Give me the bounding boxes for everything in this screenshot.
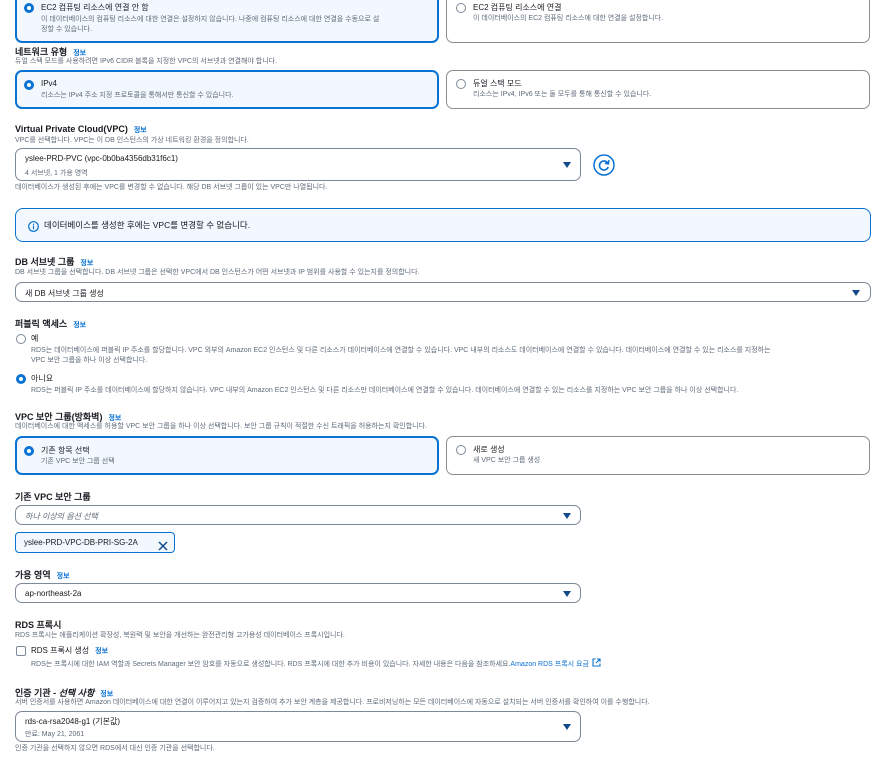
proxy-checkbox-label: RDS 프록시 생성	[31, 646, 90, 655]
proxy-info-link[interactable]: 정보	[95, 648, 108, 655]
cert-desc: 서버 인증서를 사용하면 Amazon 데이터베이스에 대한 연결이 이루어지고…	[15, 699, 650, 706]
close-icon[interactable]	[158, 538, 168, 551]
cert-select[interactable]: rds-ca-rsa2048-g1 (기본값) 만료: May 21, 2061	[15, 711, 581, 742]
radio-no-connect[interactable]	[24, 3, 34, 13]
sg-option-new[interactable]: 새로 생성 새 VPC 보안 그룹 생성	[446, 436, 870, 475]
public-no-title: 아니요	[31, 374, 54, 383]
sg-option-existing-title: 기존 항목 선택	[41, 446, 90, 455]
proxy-checkbox-desc-row: RDS는 프록시에 대한 IAM 역할과 Secrets Manager 보안 …	[31, 658, 601, 671]
proxy-checkbox-label-row: RDS 프록시 생성 정보	[31, 645, 108, 656]
chevron-down-icon	[563, 591, 571, 597]
public-access-label: 퍼블릭 액세스 정보	[15, 319, 87, 329]
existing-sg-label: 기존 VPC 보안 그룹	[15, 492, 91, 502]
cert-note: 인증 기관을 선택하지 않으면 RDS에서 대신 인증 기관을 선택합니다.	[15, 745, 215, 752]
proxy-checkbox[interactable]	[16, 646, 26, 656]
proxy-checkbox-desc: RDS는 프록시에 대한 IAM 역할과 Secrets Manager 보안 …	[31, 661, 511, 668]
chevron-down-icon	[563, 513, 571, 519]
external-link-icon	[592, 658, 601, 671]
vpc-select[interactable]: yslee-PRD-PVC (vpc-0b0ba4356db31f6c1) 4 …	[15, 148, 581, 181]
az-select-value: ap-northeast-2a	[25, 589, 82, 598]
network-option-dual-title: 듀얼 스택 모드	[473, 79, 522, 88]
sg-option-existing-desc: 기존 VPC 보안 그룹 선택	[41, 458, 115, 465]
radio-sg-existing[interactable]	[24, 446, 34, 456]
compute-option-no-connect-desc-2: 정할 수 있습니다.	[41, 26, 92, 33]
sg-token-label: yslee-PRD-VPC-DB-PRI-SG-2A	[24, 538, 138, 547]
refresh-icon[interactable]	[593, 154, 615, 176]
subnet-group-select[interactable]: 새 DB 서브넷 그룹 생성	[15, 282, 871, 302]
proxy-label: RDS 프록시	[15, 620, 62, 630]
security-group-desc: 데이터베이스에 대한 액세스를 허용할 VPC 보안 그룹을 하나 이상 선택합…	[15, 423, 427, 430]
radio-public-yes[interactable]	[16, 334, 26, 344]
vpc-select-value: yslee-PRD-PVC (vpc-0b0ba4356db31f6c1)	[25, 154, 178, 163]
network-option-ipv4-desc: 리소스는 IPv4 주소 지정 프로토콜을 통해서만 통신할 수 있습니다.	[41, 92, 234, 99]
compute-option-no-connect-title: EC2 컴퓨팅 리소스에 연결 안 함	[41, 3, 149, 12]
public-no-desc: RDS는 퍼블릭 IP 주소를 데이터베이스에 할당하지 않습니다. VPC 내…	[31, 387, 739, 394]
vpc-alert: 데이터베이스를 생성한 후에는 VPC를 변경할 수 없습니다.	[15, 208, 871, 242]
compute-option-no-connect-desc: 이 데이터베이스의 컴퓨팅 리소스에 대한 연결은 설정하지 않습니다. 나중에…	[41, 16, 380, 23]
radio-sg-new[interactable]	[456, 445, 466, 455]
radio-public-no[interactable]	[16, 374, 26, 384]
radio-connect[interactable]	[456, 3, 466, 13]
public-yes-title: 예	[31, 334, 39, 343]
az-select[interactable]: ap-northeast-2a	[15, 583, 581, 603]
compute-option-connect[interactable]: EC2 컴퓨팅 리소스에 연결 이 데이터베이스의 EC2 컴퓨팅 리소스에 대…	[446, 0, 870, 43]
proxy-desc: RDS 프록시는 애플리케이션 확장성, 복원력 및 보안을 개선하는 완전관리…	[15, 632, 345, 639]
compute-option-no-connect[interactable]: EC2 컴퓨팅 리소스에 연결 안 함 이 데이터베이스의 컴퓨팅 리소스에 대…	[15, 0, 439, 43]
network-option-dual[interactable]: 듀얼 스택 모드 리소스는 IPv4, IPv6 또는 둘 모두를 통해 통신할…	[446, 70, 870, 109]
proxy-pricing-link[interactable]: Amazon RDS 프록시 요금	[510, 661, 589, 668]
az-info-link[interactable]: 정보	[57, 573, 70, 580]
az-label: 가용 영역 정보	[15, 570, 70, 580]
sg-option-new-desc: 새 VPC 보안 그룹 생성	[473, 457, 541, 464]
existing-sg-select[interactable]: 하나 이상의 옵션 선택	[15, 505, 581, 525]
radio-dual-stack[interactable]	[456, 79, 466, 89]
vpc-alert-text: 데이터베이스를 생성한 후에는 VPC를 변경할 수 없습니다.	[44, 220, 251, 230]
public-yes-desc: RDS는 데이터베이스에 퍼블릭 IP 주소를 할당합니다. VPC 외부의 A…	[31, 347, 771, 354]
subnet-group-label: DB 서브넷 그룹 정보	[15, 257, 94, 267]
network-option-ipv4[interactable]: IPv4 리소스는 IPv4 주소 지정 프로토콜을 통해서만 통신할 수 있습…	[15, 70, 439, 109]
vpc-desc: VPC를 선택합니다. VPC는 이 DB 인스턴스의 가상 네트워킹 환경을 …	[15, 137, 249, 144]
info-icon	[28, 219, 39, 232]
sg-option-existing[interactable]: 기존 항목 선택 기존 VPC 보안 그룹 선택	[15, 436, 439, 475]
radio-ipv4[interactable]	[24, 80, 34, 90]
network-option-ipv4-title: IPv4	[41, 79, 58, 88]
cert-info-link[interactable]: 정보	[100, 691, 113, 698]
compute-option-connect-desc: 이 데이터베이스의 EC2 컴퓨팅 리소스에 대한 연결을 설정합니다.	[473, 15, 664, 22]
sg-option-new-title: 새로 생성	[473, 445, 505, 454]
sg-token: yslee-PRD-VPC-DB-PRI-SG-2A	[15, 532, 175, 553]
network-type-desc: 듀얼 스택 모드를 사용하려면 IPv6 CIDR 블록을 지정한 VPC의 서…	[15, 58, 278, 65]
cert-select-sub: 만료: May 21, 2061	[25, 731, 85, 738]
subnet-group-info-link[interactable]: 정보	[80, 260, 93, 267]
public-access-info-link[interactable]: 정보	[73, 322, 86, 329]
chevron-down-icon	[563, 724, 571, 730]
vpc-label: Virtual Private Cloud(VPC) 정보	[15, 124, 147, 134]
compute-option-connect-title: EC2 컴퓨팅 리소스에 연결	[473, 3, 562, 12]
chevron-down-icon	[852, 290, 860, 296]
subnet-group-select-value: 새 DB 서브넷 그룹 생성	[25, 289, 104, 298]
subnet-group-desc: DB 서브넷 그룹을 선택합니다. DB 서브넷 그룹은 선택한 VPC에서 D…	[15, 269, 420, 276]
cert-select-value: rds-ca-rsa2048-g1 (기본값)	[25, 717, 120, 726]
vpc-note: 데이터베이스가 생성된 후에는 VPC를 변경할 수 없습니다. 해당 DB 서…	[15, 184, 328, 191]
chevron-down-icon	[563, 162, 571, 168]
vpc-select-sub: 4 서브넷, 1 가용 영역	[25, 170, 88, 177]
network-option-dual-desc: 리소스는 IPv4, IPv6 또는 둘 모두를 통해 통신할 수 있습니다.	[473, 91, 652, 98]
public-yes-desc-2: VPC 보안 그룹을 하나 이상 선택합니다.	[31, 357, 148, 364]
existing-sg-placeholder: 하나 이상의 옵션 선택	[25, 512, 98, 521]
vpc-info-link[interactable]: 정보	[134, 127, 147, 134]
security-group-info-link[interactable]: 정보	[108, 415, 121, 422]
network-type-info-link[interactable]: 정보	[73, 50, 86, 57]
